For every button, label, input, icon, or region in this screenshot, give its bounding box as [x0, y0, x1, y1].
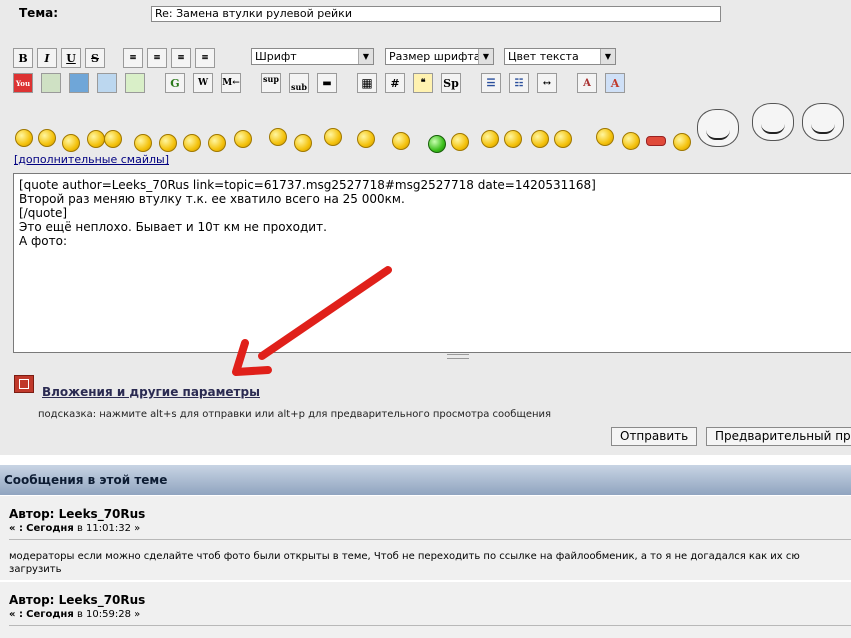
subject-label: Тема:	[19, 6, 59, 20]
post-date-prefix: « :	[9, 609, 23, 620]
troll-face-icon[interactable]	[697, 109, 739, 147]
smiley-icon[interactable]	[622, 132, 640, 150]
girl-smiley-icon[interactable]	[357, 130, 375, 148]
teletype-icon[interactable]: ▬	[317, 73, 337, 93]
italic-button[interactable]: I	[37, 48, 57, 68]
font-select-value: Шрифт	[255, 50, 297, 63]
more-smileys-link[interactable]: [дополнительные смайлы]	[14, 153, 169, 166]
strike-button[interactable]: S	[85, 48, 105, 68]
smiley-icon[interactable]	[324, 128, 342, 146]
smiley-icon[interactable]	[15, 129, 33, 147]
post-date-day: Сегодня	[26, 523, 74, 534]
align-left-icon[interactable]: ≡	[123, 48, 143, 68]
send-button[interactable]: Отправить	[611, 427, 698, 446]
post-item: Автор: Leeks_70Rus « : Сегодня в 11:01:3…	[0, 496, 851, 580]
table-icon[interactable]: ▦	[357, 73, 377, 93]
spoiler-button[interactable]: Sp	[441, 73, 461, 93]
sick-smiley-icon[interactable]	[428, 135, 446, 153]
angry-smiley-icon[interactable]	[451, 133, 469, 151]
message-textarea[interactable]: [quote author=Leeks_70Rus link=topic=617…	[13, 173, 851, 353]
color-select-value: Цвет текста	[508, 50, 579, 63]
smiley-icon[interactable]	[673, 133, 691, 151]
numbered-list-icon[interactable]: ☷	[509, 73, 529, 93]
quote-icon[interactable]: ❝	[413, 73, 433, 93]
youtube-icon[interactable]: You	[13, 73, 33, 93]
expand-attachments-icon[interactable]	[14, 375, 34, 393]
post-divider	[9, 625, 851, 626]
party-smiley-icon[interactable]	[504, 130, 522, 148]
post-body: модераторы если можно сделайте чтоб фото…	[9, 551, 800, 575]
post-divider	[9, 539, 851, 540]
smiley-icon[interactable]	[62, 134, 80, 152]
textarea-resize-handle[interactable]	[447, 354, 469, 359]
align-right-icon[interactable]: ≡	[195, 48, 215, 68]
color-select[interactable]: Цвет текста ▼	[504, 48, 616, 65]
shortcut-hint: подсказка: нажмите alt+s для отправки ил…	[38, 409, 552, 420]
subject-input[interactable]: Re: Замена втулки рулевой рейки	[151, 6, 721, 22]
thread-header: Сообщения в этой теме	[0, 465, 851, 495]
underline-button[interactable]: U	[61, 48, 81, 68]
post-date-day: Сегодня	[26, 609, 74, 620]
post-date: « : Сегодня в 10:59:28 »	[9, 609, 140, 620]
chevron-down-icon: ▼	[358, 49, 373, 64]
smiley-icon[interactable]	[531, 130, 549, 148]
message-line: [/quote]	[19, 206, 68, 220]
chevron-down-icon: ▼	[478, 49, 493, 64]
ml-button[interactable]: M←	[221, 73, 241, 93]
smiley-icon[interactable]	[269, 128, 287, 146]
message-line: Второй раз меняю втулку т.к. ее хватило …	[19, 192, 405, 206]
laugh-face-icon[interactable]	[802, 103, 844, 141]
preview-button[interactable]: Предварительный пр	[706, 427, 851, 446]
attachments-link[interactable]: Вложения и другие параметры	[42, 385, 260, 399]
post-form: Тема: Re: Замена втулки рулевой рейки B …	[0, 0, 851, 455]
message-line: А фото:	[19, 234, 67, 248]
remove-format-icon[interactable]: A	[577, 73, 597, 93]
bullet-list-icon[interactable]: ☰	[481, 73, 501, 93]
font-select[interactable]: Шрифт ▼	[251, 48, 374, 65]
email-icon[interactable]	[97, 73, 117, 93]
message-line: Это ещё неплохо. Бывает и 10т км не прох…	[19, 220, 327, 234]
cool-smiley-icon[interactable]	[183, 134, 201, 152]
ftp-icon[interactable]	[125, 73, 145, 93]
rage-face-icon[interactable]	[752, 103, 794, 141]
rocket-icon[interactable]	[646, 136, 666, 146]
subscript-button[interactable]: sub	[289, 73, 309, 93]
size-select-value: Размер шрифта	[389, 50, 481, 63]
party-smiley-icon[interactable]	[481, 130, 499, 148]
post-date-prefix: « :	[9, 523, 23, 534]
align-center-icon[interactable]: ≡	[171, 48, 191, 68]
post-date: « : Сегодня в 11:01:32 »	[9, 523, 140, 534]
post-author: Автор: Leeks_70Rus	[9, 507, 146, 521]
post-item: Автор: Leeks_70Rus « : Сегодня в 10:59:2…	[0, 582, 851, 638]
post-date-time: в 11:01:32 »	[76, 523, 141, 534]
google-button[interactable]: G	[165, 73, 185, 93]
post-author: Автор: Leeks_70Rus	[9, 593, 146, 607]
smiley-icon[interactable]	[159, 134, 177, 152]
thumbs-up-smiley-icon[interactable]	[87, 130, 105, 148]
size-select[interactable]: Размер шрифта ▼	[385, 48, 494, 65]
clap-smiley-icon[interactable]	[234, 130, 252, 148]
toggle-view-icon[interactable]: A	[605, 73, 625, 93]
horizontal-rule-icon[interactable]: ↔	[537, 73, 557, 93]
code-button[interactable]: #	[385, 73, 405, 93]
grin-smiley-icon[interactable]	[208, 134, 226, 152]
image-icon[interactable]	[41, 73, 61, 93]
align-left2-icon[interactable]: ≡	[147, 48, 167, 68]
message-line: [quote author=Leeks_70Rus link=topic=617…	[19, 178, 596, 192]
superscript-button[interactable]: sup	[261, 73, 281, 93]
post-date-time: в 10:59:28 »	[76, 609, 141, 620]
wikipedia-icon[interactable]: W	[193, 73, 213, 93]
thumbs-up-smiley-icon[interactable]	[104, 130, 122, 148]
shock-smiley-icon[interactable]	[294, 134, 312, 152]
link-globe-icon[interactable]	[69, 73, 89, 93]
bold-button[interactable]: B	[13, 48, 33, 68]
smiley-icon[interactable]	[554, 130, 572, 148]
smiley-icon[interactable]	[38, 129, 56, 147]
smiley-icon[interactable]	[596, 128, 614, 146]
chevron-down-icon: ▼	[600, 49, 615, 64]
wink-smiley-icon[interactable]	[134, 134, 152, 152]
smiley-icon[interactable]	[392, 132, 410, 150]
